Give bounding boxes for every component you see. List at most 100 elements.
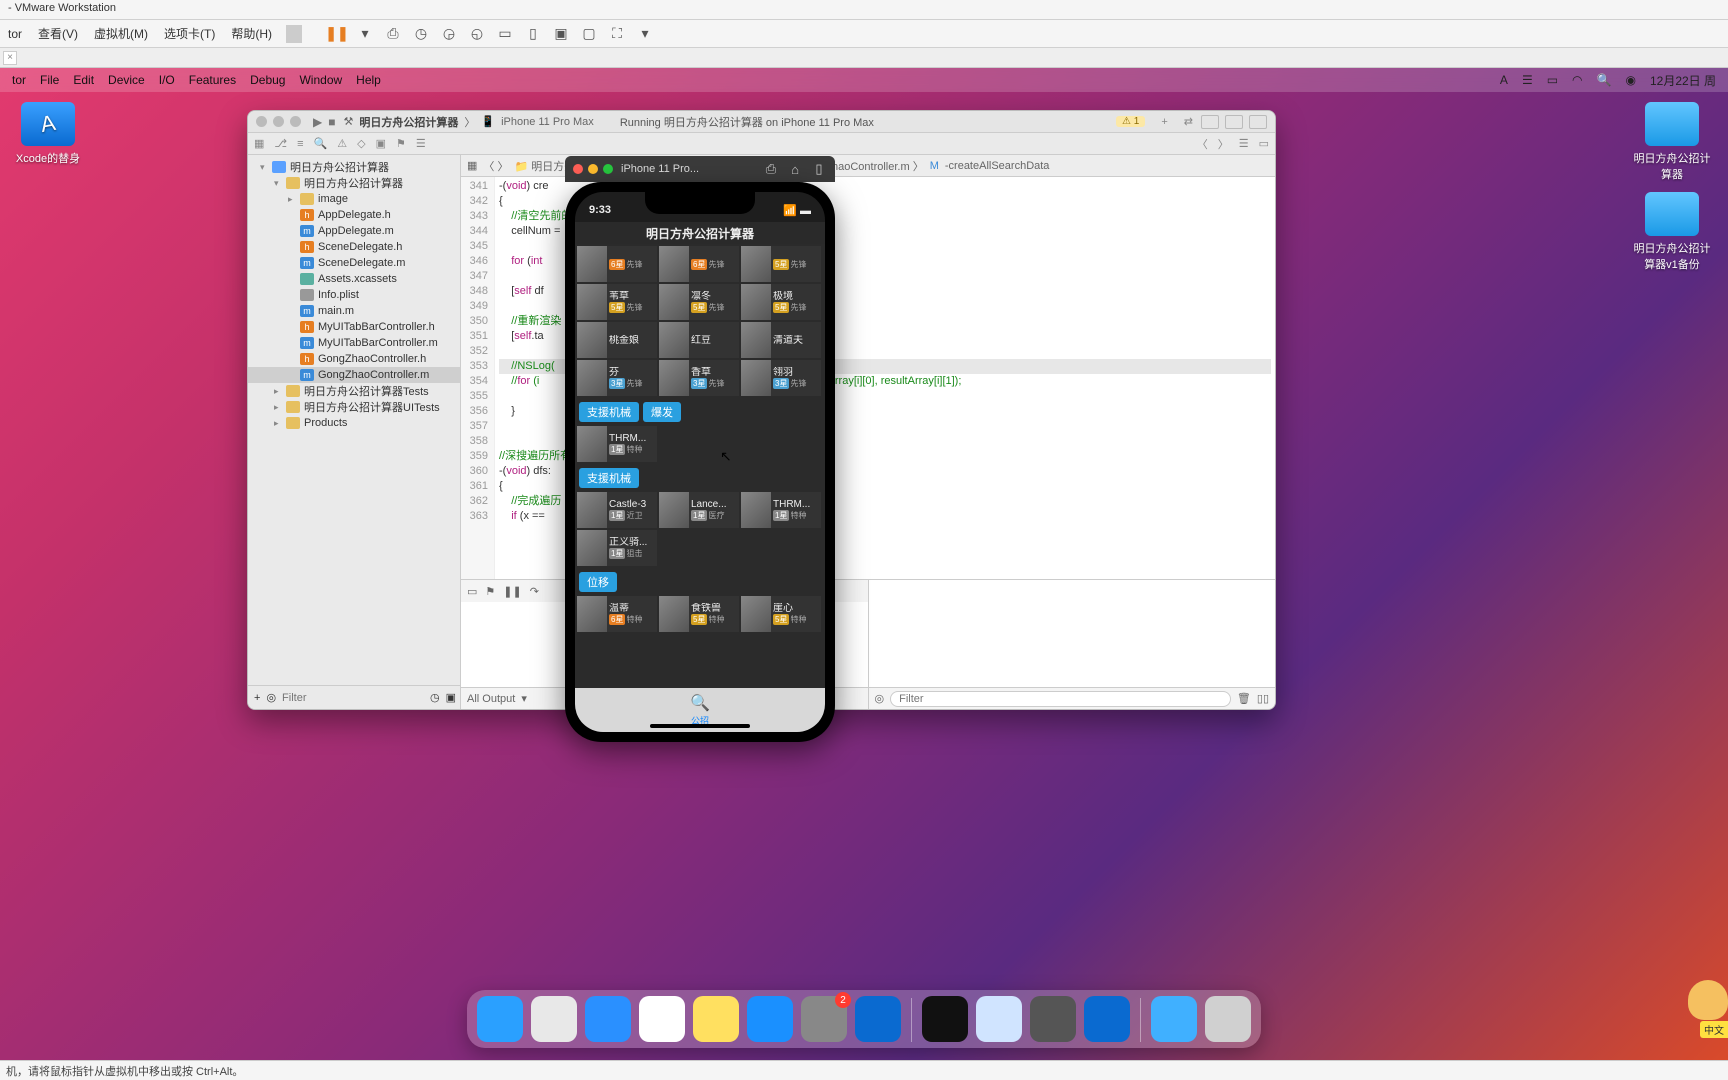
stop-button[interactable]: ■ — [328, 115, 335, 129]
agent-cell[interactable]: 芬3星先锋 — [577, 360, 657, 396]
editor-adjust-icon[interactable]: ▭ — [1259, 137, 1269, 150]
step-over-icon[interactable]: ↷ — [530, 585, 539, 598]
desktop-icon-folder[interactable]: 明日方舟公招计算器v1备份 — [1632, 192, 1712, 272]
menubar-clock[interactable]: 12月22日 周 — [1650, 72, 1716, 89]
clipboard-icon[interactable]: ▯ — [811, 161, 827, 177]
clock-icon[interactable]: ◷ — [430, 691, 440, 704]
dock-app-simulator[interactable] — [976, 996, 1022, 1042]
dock-app-launchpad[interactable] — [531, 996, 577, 1042]
breakpoints-icon[interactable]: ⚑ — [396, 137, 406, 150]
tree-row[interactable]: ▸明日方舟公招计算器UITests — [248, 399, 460, 415]
project-tree[interactable]: ▾明日方舟公招计算器▾明日方舟公招计算器▸imagehAppDelegate.h… — [248, 155, 460, 685]
vmware-menu-item[interactable]: 虚拟机(M) — [86, 25, 156, 42]
tree-row[interactable]: ▾明日方舟公招计算器 — [248, 175, 460, 191]
source-control-icon[interactable]: ⎇ — [274, 137, 287, 150]
agent-cell[interactable]: 6星先锋 — [577, 246, 657, 282]
home-indicator[interactable] — [650, 724, 750, 728]
agent-cell[interactable]: 翎羽3星先锋 — [741, 360, 821, 396]
run-button[interactable]: ▶ — [313, 115, 322, 129]
tree-row[interactable]: ▾明日方舟公招计算器 — [248, 159, 460, 175]
menubar-item[interactable]: Features — [189, 73, 236, 87]
dock-app-finder[interactable] — [477, 996, 523, 1042]
dock-app-trash[interactable] — [1205, 996, 1251, 1042]
tree-row[interactable]: mSceneDelegate.m — [248, 255, 460, 271]
tree-row[interactable]: hGongZhaoController.h — [248, 351, 460, 367]
minimize-icon[interactable] — [273, 116, 284, 127]
agent-cell[interactable]: THRM...1星特种 — [741, 492, 821, 528]
folder-icon[interactable]: ▦ — [254, 137, 264, 150]
tree-row[interactable]: Info.plist — [248, 287, 460, 303]
window-traffic-lights[interactable] — [256, 116, 301, 127]
home-icon[interactable]: ⌂ — [787, 161, 803, 177]
vmware-menu-item[interactable]: 查看(V) — [30, 25, 86, 42]
window-traffic-lights[interactable] — [573, 164, 613, 174]
agent-cell[interactable]: 极境5星先锋 — [741, 284, 821, 320]
agent-cell[interactable]: 正义骑...1星狙击 — [577, 530, 657, 566]
layout-icon[interactable]: ▢ — [580, 25, 598, 43]
symbols-icon[interactable]: ≡ — [297, 138, 303, 150]
tree-row[interactable]: mAppDelegate.m — [248, 223, 460, 239]
menubar-item[interactable]: Debug — [250, 73, 285, 87]
toggle-right-panel-icon[interactable] — [1249, 115, 1267, 129]
pause-icon[interactable]: ❚❚ — [328, 25, 346, 43]
tree-row[interactable]: mmain.m — [248, 303, 460, 319]
agent-cell[interactable]: 食铁兽5星特种 — [659, 596, 739, 632]
desktop-cat-widget[interactable] — [1678, 960, 1728, 1020]
dock-app-reminders[interactable] — [639, 996, 685, 1042]
tag-chip[interactable]: 支援机械 — [579, 402, 639, 422]
plus-icon[interactable]: + — [1161, 116, 1167, 128]
simulator-titlebar[interactable]: iPhone 11 Pro... ⎙ ⌂ ▯ — [565, 156, 835, 182]
tab-gongzhao[interactable]: 🔍 公招 — [690, 693, 710, 727]
code-review-icon[interactable]: ⇄ — [1184, 115, 1193, 128]
tree-row[interactable]: ▸明日方舟公招计算器Tests — [248, 383, 460, 399]
tree-row[interactable]: hAppDelegate.h — [248, 207, 460, 223]
layout-icon[interactable]: ▯ — [524, 25, 542, 43]
agent-cell[interactable]: 桃金娘 — [577, 322, 657, 358]
editor-fwd-icon[interactable]: 〉 — [1218, 136, 1229, 152]
dock-app-notes[interactable] — [693, 996, 739, 1042]
menubar-item[interactable]: Edit — [73, 73, 94, 87]
simulator-screen[interactable]: 9:33 📶 ▬ 明日方舟公招计算器 6星先锋6星先锋5星先锋苇草5星先锋凛冬5… — [575, 192, 825, 732]
plus-icon[interactable]: + — [254, 692, 260, 704]
split-icon[interactable]: ▯▯ — [1257, 692, 1269, 705]
desktop-icon-folder[interactable]: 明日方舟公招计算器 — [1632, 102, 1712, 182]
tag-chip[interactable]: 支援机械 — [579, 468, 639, 488]
filter-scope-icon[interactable]: ◎ — [266, 691, 276, 704]
zoom-icon[interactable] — [603, 164, 613, 174]
menubar-item[interactable]: Help — [356, 73, 381, 87]
fullscreen-icon[interactable]: ⛶ — [608, 25, 626, 43]
agent-cell[interactable]: 香草3星先锋 — [659, 360, 739, 396]
issues-icon[interactable]: ⚠ — [337, 137, 347, 150]
agent-cell[interactable]: 苇草5星先锋 — [577, 284, 657, 320]
dock-app-settings[interactable]: 2 — [801, 996, 847, 1042]
editor-back-icon[interactable]: 〈 — [1197, 136, 1208, 152]
agent-cell[interactable]: 崖心5星特种 — [741, 596, 821, 632]
debug-icon[interactable]: ▣ — [376, 137, 386, 150]
tests-icon[interactable]: ◇ — [357, 137, 365, 150]
agent-cell[interactable]: 凛冬5星先锋 — [659, 284, 739, 320]
xcode-scheme-status[interactable]: ⚒ 明日方舟公招计算器〉 📱 iPhone 11 Pro Max Running… — [343, 114, 1116, 130]
tree-row[interactable]: Assets.xcassets — [248, 271, 460, 287]
battery-icon[interactable]: ▭ — [1547, 73, 1558, 87]
agent-cell[interactable]: Castle-31星近卫 — [577, 492, 657, 528]
desktop-icon-xcode[interactable]: Xcode的替身 — [8, 102, 88, 166]
agent-cell[interactable]: Lance...1星医疗 — [659, 492, 739, 528]
clock-icon[interactable]: ◷ — [412, 25, 430, 43]
toggle-left-panel-icon[interactable] — [1201, 115, 1219, 129]
menubar-item[interactable]: File — [40, 73, 59, 87]
agent-cell[interactable]: 5星先锋 — [741, 246, 821, 282]
revert-icon[interactable]: ◵ — [468, 25, 486, 43]
menubar-item[interactable]: I/O — [159, 73, 175, 87]
wifi-icon[interactable]: ◠ — [1572, 73, 1582, 87]
zoom-icon[interactable] — [290, 116, 301, 127]
console-filter-input[interactable] — [890, 691, 1231, 707]
dock-app-safari[interactable] — [585, 996, 631, 1042]
vmware-menu-item[interactable]: 帮助(H) — [223, 25, 280, 42]
trash-icon[interactable]: 🗑 — [1237, 692, 1251, 705]
tree-row[interactable]: mMyUITabBarController.m — [248, 335, 460, 351]
layout-icon[interactable]: ▣ — [552, 25, 570, 43]
menubar-item[interactable]: Window — [299, 73, 342, 87]
tree-row[interactable]: ▸image — [248, 191, 460, 207]
tree-row[interactable]: ▸Products — [248, 415, 460, 431]
agent-cell[interactable]: 红豆 — [659, 322, 739, 358]
